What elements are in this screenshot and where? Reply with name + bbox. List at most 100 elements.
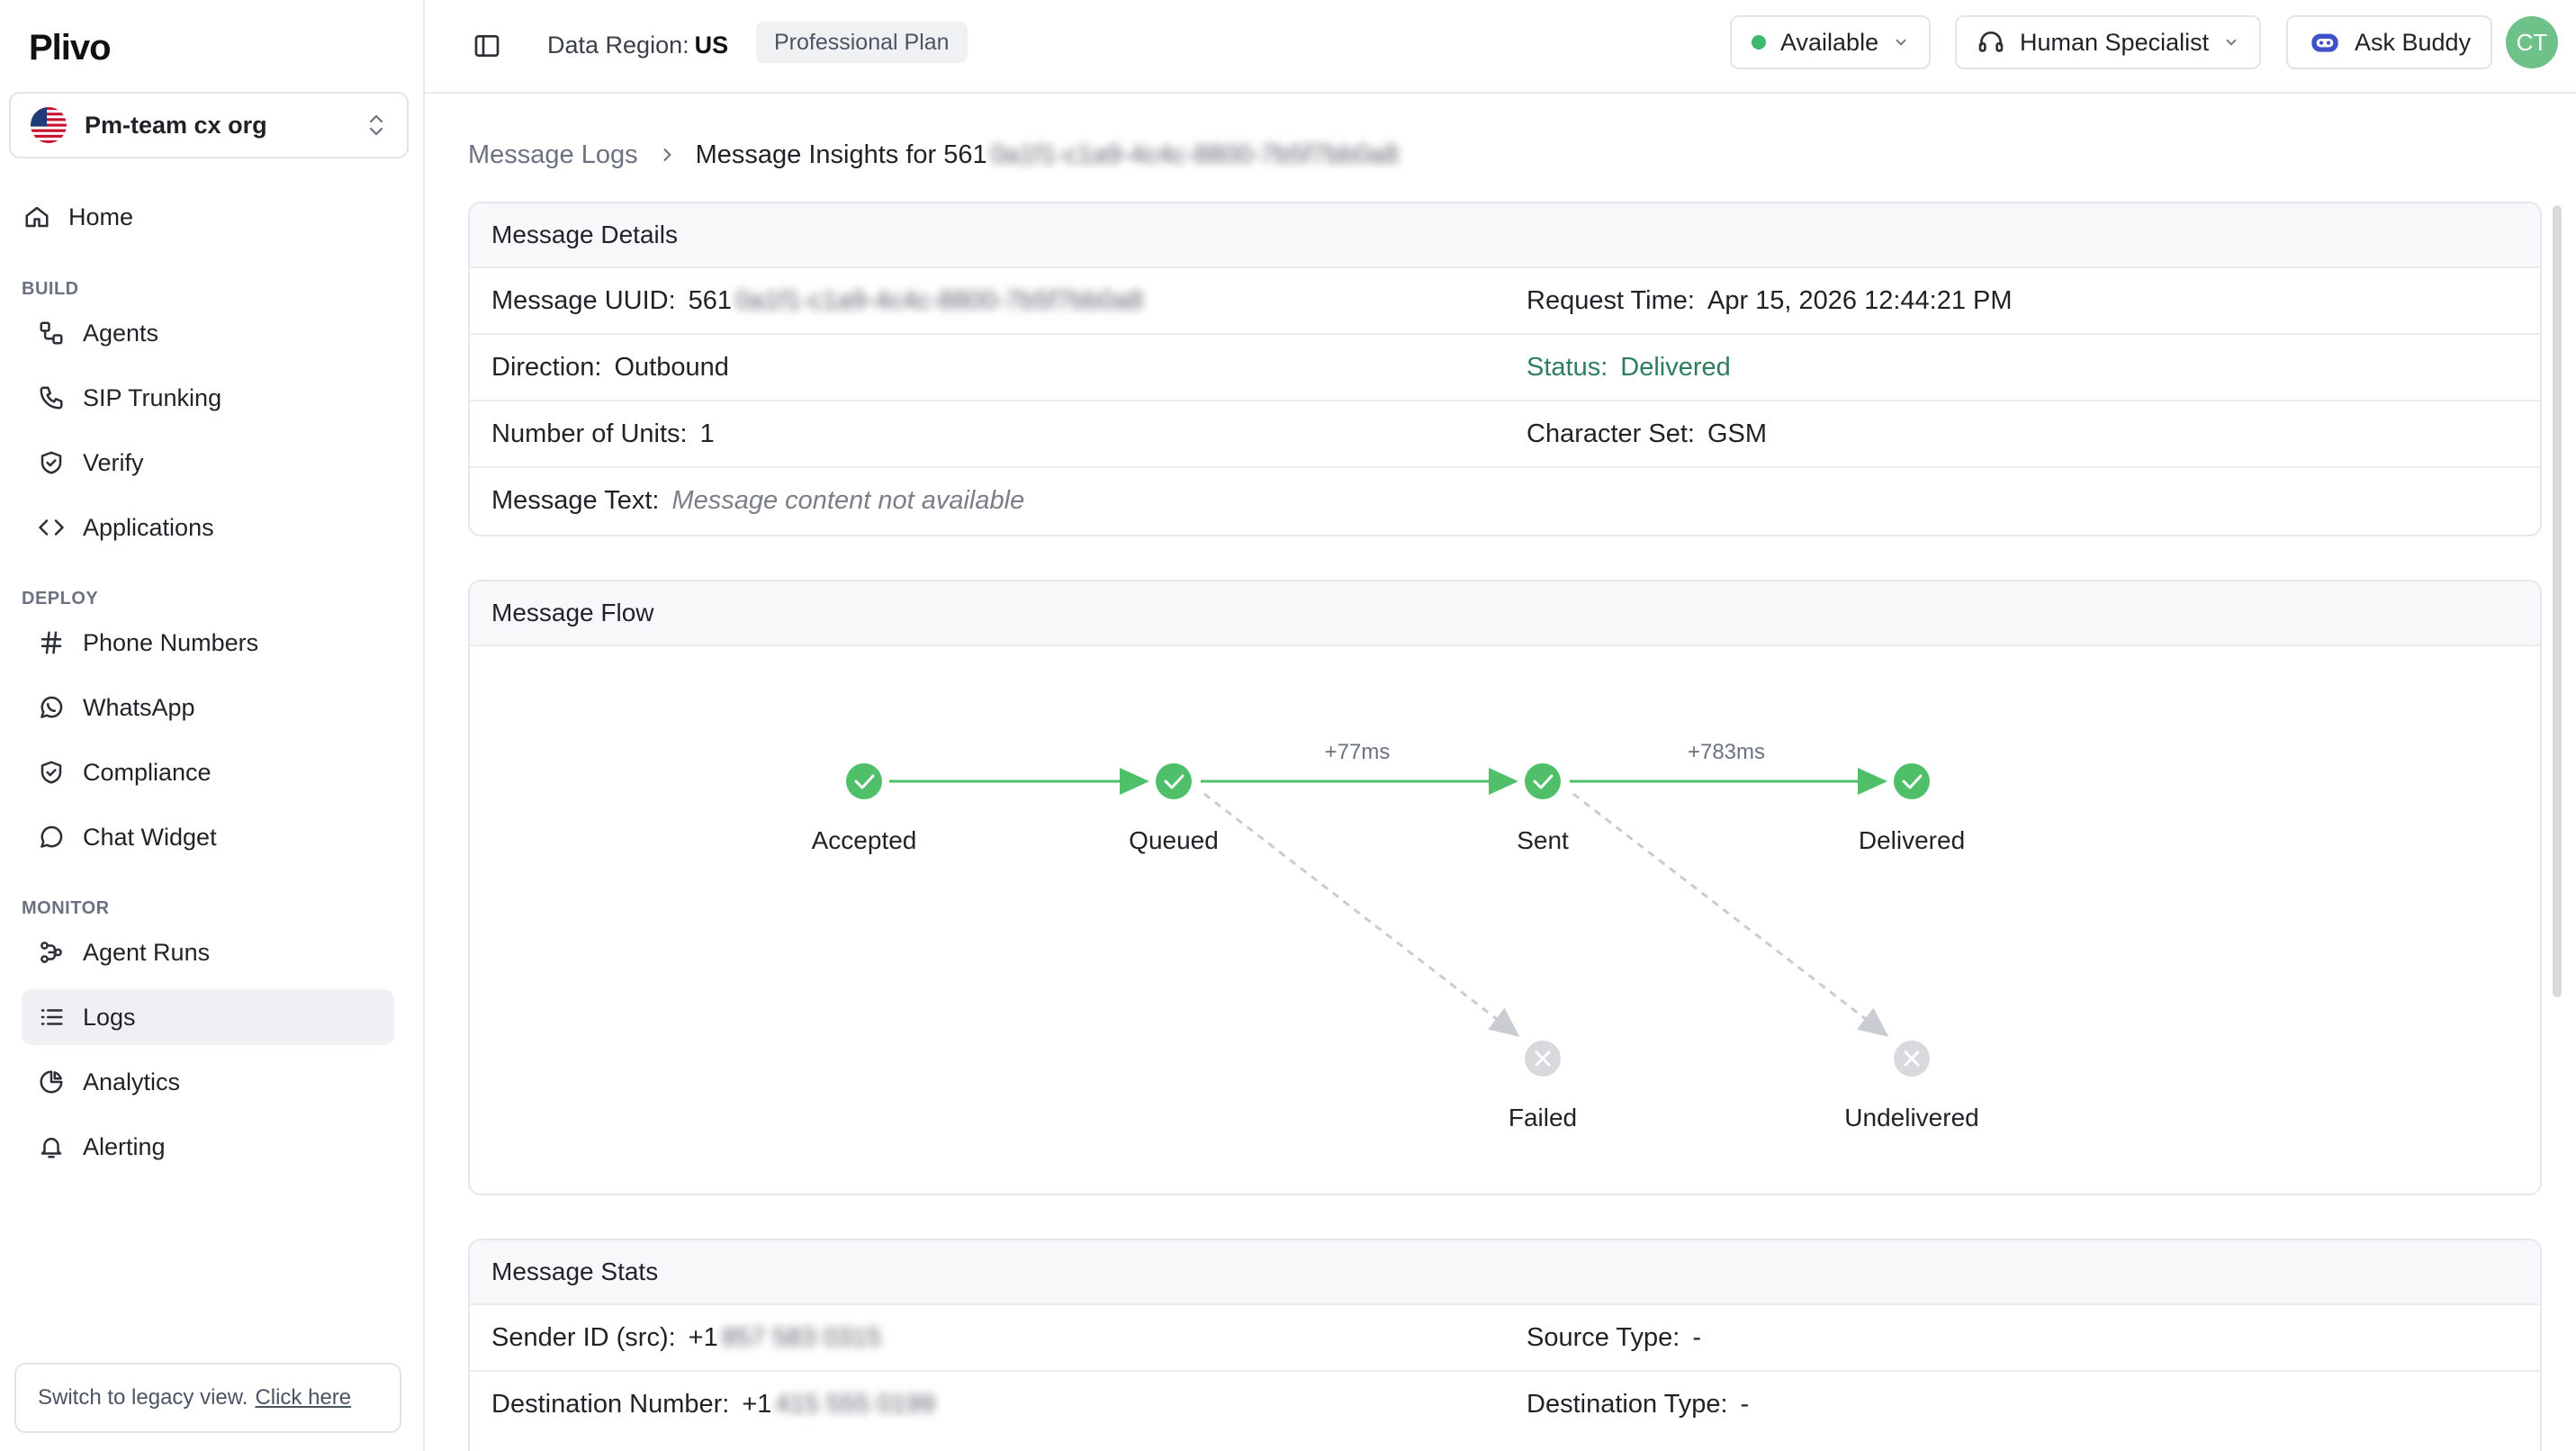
agents-icon <box>36 318 67 348</box>
node-delivered <box>1894 763 1930 799</box>
ask-buddy-button[interactable]: Ask Buddy <box>2286 15 2493 69</box>
node-label-delivered: Delivered <box>1858 826 1966 854</box>
redacted-destination: 415 555 0199 <box>775 1389 935 1419</box>
node-label-undelivered: Undelivered <box>1844 1104 1979 1131</box>
sender-label: Sender ID (src): <box>491 1322 676 1352</box>
sidebar-item-agents[interactable]: Agents <box>22 305 394 361</box>
destination-label: Destination Number: <box>491 1389 730 1419</box>
chevron-updown-icon <box>369 114 383 136</box>
sidebar-item-label: Agent Runs <box>83 938 211 966</box>
chevron-right-icon <box>663 149 671 161</box>
breadcrumb-current: Message Insights for 561 <box>695 140 987 169</box>
user-avatar[interactable]: CT <box>2506 16 2558 68</box>
chevron-down-icon <box>2226 39 2237 46</box>
human-specialist-dropdown[interactable]: Human Specialist <box>1955 15 2262 69</box>
details-row: Direction: Outbound Status: Delivered <box>470 335 2540 401</box>
org-switcher[interactable]: Pm-team cx org <box>9 92 409 158</box>
availability-label: Available <box>1780 28 1879 56</box>
redacted-sender: 857 583 0315 <box>721 1322 882 1352</box>
sidebar-item-label: Home <box>68 203 134 230</box>
org-name: Pm-team cx org <box>85 111 267 139</box>
node-sent <box>1525 763 1561 799</box>
message-flow-card: Message Flow +77ms +783ms Accepted Queue… <box>468 580 2542 1195</box>
shield-check-icon <box>36 447 67 478</box>
node-undelivered <box>1894 1041 1930 1077</box>
sidebar-item-label: Analytics <box>83 1068 181 1095</box>
sidebar-item-compliance[interactable]: Compliance <box>22 744 394 800</box>
status-dot <box>1752 35 1766 50</box>
sidebar-item-sip-trunking[interactable]: SIP Trunking <box>22 370 394 426</box>
robot-icon <box>2311 33 2338 52</box>
destination-type-value: - <box>1740 1389 1750 1419</box>
sidebar-item-chat-widget[interactable]: Chat Widget <box>22 809 394 865</box>
sidebar: Plivo Pm-team cx org Home BUILD Agents S… <box>0 0 425 1451</box>
charset-value: GSM <box>1707 419 1768 448</box>
headset-icon <box>1978 32 2004 52</box>
stats-row: Destination Number: +1 415 555 0199 Dest… <box>470 1372 2540 1438</box>
node-failed <box>1525 1041 1561 1077</box>
sidebar-item-logs[interactable]: Logs <box>22 989 394 1045</box>
section-label-build: BUILD <box>22 279 79 299</box>
sidebar-item-alerting[interactable]: Alerting <box>22 1119 394 1175</box>
sidebar-item-analytics[interactable]: Analytics <box>22 1054 394 1110</box>
plivo-logo[interactable]: Plivo <box>29 25 112 70</box>
edge-queued-failed <box>1203 792 1520 1037</box>
edge-sent-undelivered <box>1572 792 1889 1037</box>
flow-graph <box>846 763 1930 1077</box>
uuid-label: Message UUID: <box>491 285 676 315</box>
message-details-card: Message Details Message UUID: 561 0a1f1-… <box>468 202 2542 536</box>
request-time-value: Apr 15, 2026 12:44:21 PM <box>1707 285 2013 315</box>
node-label-queued: Queued <box>1129 826 1219 854</box>
delay-queued-sent: +77ms <box>1324 740 1391 764</box>
ask-buddy-label: Ask Buddy <box>2355 28 2472 56</box>
sidebar-item-label: Verify <box>83 448 144 476</box>
legacy-view-link[interactable]: Click here <box>255 1385 351 1410</box>
sidebar-item-label: SIP Trunking <box>83 383 222 411</box>
chat-bubble-icon <box>36 822 67 852</box>
availability-dropdown[interactable]: Available <box>1730 15 1932 69</box>
sidebar-item-applications[interactable]: Applications <box>22 500 394 555</box>
delay-sent-delivered: +783ms <box>1687 740 1766 764</box>
top-bar: Data Region: US Professional Plan Availab… <box>425 0 2576 94</box>
code-icon <box>36 512 67 543</box>
shield-check-icon <box>36 757 67 788</box>
message-text-label: Message Text: <box>491 485 660 515</box>
plan-badge: Professional Plan <box>756 22 968 63</box>
node-accepted <box>846 763 882 799</box>
sidebar-item-whatsapp[interactable]: WhatsApp <box>22 680 394 735</box>
sidebar-item-label: Applications <box>83 513 214 541</box>
bell-icon <box>36 1131 67 1162</box>
sidebar-item-verify[interactable]: Verify <box>22 435 394 491</box>
details-row: Number of Units: 1 Character Set: GSM <box>470 401 2540 468</box>
redacted-uuid: 0a1f1-c1a9-4c4c-8800-7b5f7bb0a8 <box>735 285 1144 315</box>
sidebar-item-label: WhatsApp <box>83 693 195 721</box>
breadcrumb: Message Logs Message Insights for 561 0a… <box>468 135 1399 175</box>
sidebar-item-label: Compliance <box>83 758 212 786</box>
data-region-value: US <box>694 32 729 59</box>
sidebar-item-agent-runs[interactable]: Agent Runs <box>22 924 394 980</box>
sidebar-item-label: Logs <box>83 1003 136 1031</box>
breadcrumb-message-logs[interactable]: Message Logs <box>468 140 638 170</box>
main-scrollbar[interactable] <box>2553 205 2562 997</box>
destination-type-label: Destination Type: <box>1527 1389 1728 1419</box>
sidebar-item-label: Phone Numbers <box>83 628 259 656</box>
data-region-label: Data Region: <box>547 32 689 59</box>
data-region: Data Region: US <box>547 27 728 63</box>
message-stats-card: Message Stats Sender ID (src): +1 857 58… <box>468 1239 2542 1451</box>
details-row: Message Text: Message content not availa… <box>470 468 2540 535</box>
units-value: 1 <box>699 419 715 448</box>
sidebar-item-home[interactable]: Home <box>9 189 382 245</box>
sidebar-item-phone-numbers[interactable]: Phone Numbers <box>22 615 394 671</box>
us-flag-icon <box>31 107 67 143</box>
legacy-view-text: Switch to legacy view. <box>38 1385 248 1410</box>
card-title: Message Flow <box>470 581 2540 646</box>
node-label-failed: Failed <box>1508 1104 1578 1131</box>
workflow-icon <box>36 937 67 968</box>
home-icon <box>22 202 52 232</box>
uuid-value: 561 <box>688 285 733 315</box>
sidebar-toggle-icon[interactable] <box>468 27 506 65</box>
pie-chart-icon <box>36 1067 67 1097</box>
status-value: Delivered <box>1620 352 1731 382</box>
sidebar-item-label: Alerting <box>83 1132 166 1160</box>
sidebar-item-label: Chat Widget <box>83 823 217 851</box>
